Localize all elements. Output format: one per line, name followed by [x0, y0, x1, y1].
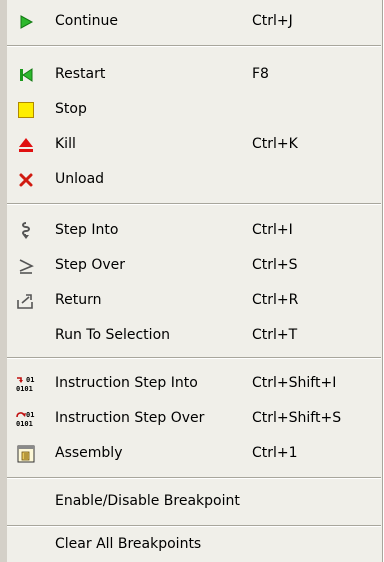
- menu-item-shortcut: Ctrl+S: [252, 257, 298, 273]
- menu-gutter: [0, 0, 7, 562]
- menu-item-label: Instruction Step Over: [55, 410, 205, 426]
- menu-item-label: Restart: [55, 66, 106, 82]
- binary-step-into-icon: 01 0101: [15, 373, 37, 395]
- menu-item-shortcut: Ctrl+R: [252, 292, 299, 308]
- menu-item-shortcut: Ctrl+Shift+I: [252, 375, 337, 391]
- step-over-icon: [15, 255, 37, 277]
- debug-context-menu: Continue Ctrl+J Restart F8 Stop Kill Ctr…: [0, 0, 383, 562]
- unload-x-icon: [15, 169, 37, 191]
- binary-step-over-icon: 01 0101: [15, 408, 37, 430]
- svg-text:0101: 0101: [16, 385, 33, 393]
- menu-item-label: Step Over: [55, 257, 125, 273]
- menu-item-label: Run To Selection: [55, 327, 171, 343]
- menu-item-shortcut: Ctrl+J: [252, 13, 293, 29]
- menu-item-continue[interactable]: Continue Ctrl+J: [7, 4, 381, 39]
- menu-item-assembly[interactable]: Assembly Ctrl+1: [7, 436, 381, 471]
- restart-icon: [15, 64, 37, 86]
- menu-item-label: Enable/Disable Breakpoint: [55, 493, 240, 509]
- menu-item-shortcut: Ctrl+K: [252, 136, 298, 152]
- menu-item-label: Assembly: [55, 445, 123, 461]
- menu-item-instruction-step-over[interactable]: 01 0101 Instruction Step Over Ctrl+Shift…: [7, 401, 381, 436]
- menu-item-label: Step Into: [55, 222, 119, 238]
- play-icon: [15, 11, 37, 33]
- menu-item-clear-all-breakpoints[interactable]: Clear All Breakpoints: [7, 527, 381, 562]
- assembly-window-icon: [15, 443, 37, 465]
- menu-item-label: Kill: [55, 136, 76, 152]
- eject-icon: [15, 134, 37, 156]
- menu-item-label: Instruction Step Into: [55, 375, 198, 391]
- menu-item-kill[interactable]: Kill Ctrl+K: [7, 127, 381, 162]
- menu-item-step-into[interactable]: Step Into Ctrl+I: [7, 213, 381, 248]
- menu-item-label: Clear All Breakpoints: [55, 536, 202, 552]
- menu-separator: [7, 203, 381, 205]
- menu-item-label: Continue: [55, 13, 118, 29]
- menu-item-shortcut: Ctrl+I: [252, 222, 293, 238]
- menu-item-label: Stop: [55, 101, 87, 117]
- menu-separator: [7, 45, 381, 47]
- step-into-icon: [15, 220, 37, 242]
- menu-item-enable-disable-breakpoint[interactable]: Enable/Disable Breakpoint: [7, 484, 381, 519]
- menu-separator: [7, 357, 381, 359]
- menu-item-shortcut: F8: [252, 66, 269, 82]
- return-icon: [15, 290, 37, 312]
- svg-text:0101: 0101: [16, 420, 33, 428]
- menu-item-shortcut: Ctrl+1: [252, 445, 298, 461]
- menu-item-return[interactable]: Return Ctrl+R: [7, 283, 381, 318]
- menu-item-restart[interactable]: Restart F8: [7, 57, 381, 92]
- menu-item-step-over[interactable]: Step Over Ctrl+S: [7, 248, 381, 283]
- menu-item-unload[interactable]: Unload: [7, 162, 381, 197]
- menu-item-label: Unload: [55, 171, 105, 187]
- svg-text:01: 01: [26, 411, 34, 419]
- svg-text:01: 01: [26, 376, 34, 384]
- stop-icon: [15, 99, 37, 121]
- menu-item-instruction-step-into[interactable]: 01 0101 Instruction Step Into Ctrl+Shift…: [7, 366, 381, 401]
- menu-item-stop[interactable]: Stop: [7, 92, 381, 127]
- menu-item-run-to-selection[interactable]: Run To Selection Ctrl+T: [7, 318, 381, 353]
- menu-item-shortcut: Ctrl+T: [252, 327, 298, 343]
- menu-item-shortcut: Ctrl+Shift+S: [252, 410, 342, 426]
- menu-item-label: Return: [55, 292, 102, 308]
- menu-separator: [7, 477, 381, 479]
